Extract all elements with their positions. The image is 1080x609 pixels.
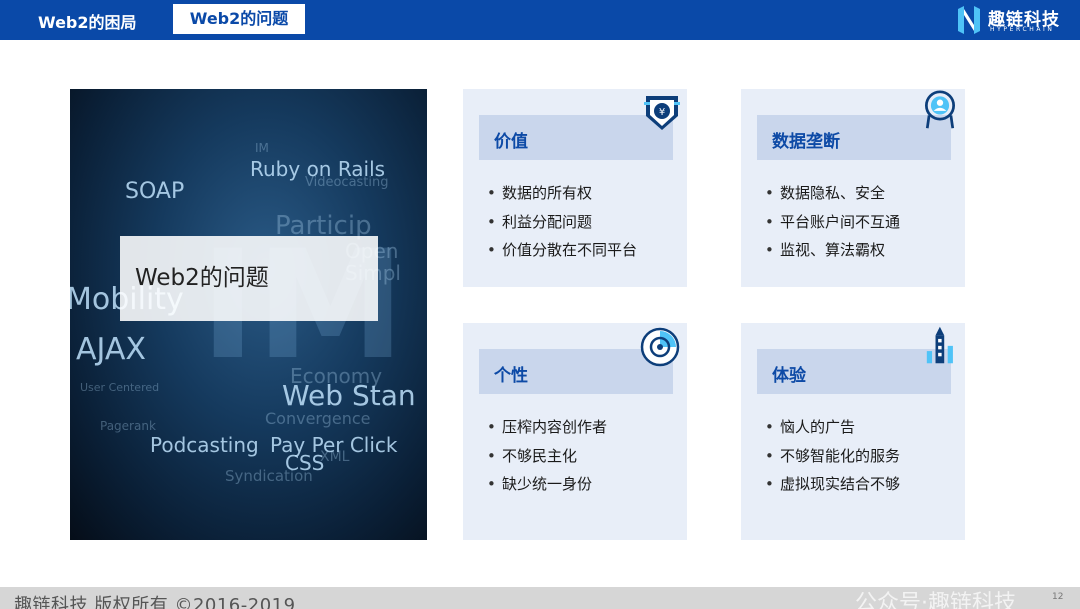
list-item: 缺少统一身份 (487, 470, 607, 499)
building-chart-icon (926, 326, 953, 364)
collage-word: Pagerank (100, 419, 156, 433)
card-list: 压榨内容创作者 不够民主化 缺少统一身份 (487, 413, 607, 499)
collage-word: Syndication (225, 467, 313, 485)
card-list: 数据的所有权 利益分配问题 价值分散在不同平台 (487, 179, 637, 265)
collage-word: AJAX (76, 332, 146, 367)
list-item: 虚拟现实结合不够 (765, 470, 900, 499)
money-shield-icon: ¥ (644, 96, 680, 130)
card-title: 数据垄断 (772, 132, 840, 152)
collage-word: User Centered (80, 381, 160, 394)
page-number: 12 (1052, 592, 1064, 602)
web2-collage-image: IM IM SOAP Ruby on Rails Videocasting Pa… (70, 89, 427, 540)
nav-web2-problems-active[interactable]: Web2的问题 (173, 4, 305, 34)
list-item: 数据的所有权 (487, 179, 637, 208)
user-badge-icon (925, 90, 955, 129)
card-title: 个性 (494, 366, 528, 386)
collage-word: Convergence (265, 409, 371, 428)
watermark-text: 公众号·趣链科技 (855, 591, 1016, 609)
hyperchain-logo-icon (958, 6, 980, 34)
card-personality: 个性 压榨内容创作者 不够民主化 缺少统一身份 (463, 323, 687, 540)
brand-logo: 趣链科技 HYPERCHAIN (955, 3, 1075, 37)
nav-web2-dilemma[interactable]: Web2的困局 (38, 9, 137, 33)
collage-word: Videocasting (305, 175, 389, 190)
list-item: 压榨内容创作者 (487, 413, 607, 442)
card-list: 数据隐私、安全 平台账户间不互通 监视、算法霸权 (765, 179, 900, 265)
card-title: 体验 (772, 366, 806, 386)
list-item: 利益分配问题 (487, 208, 637, 237)
footer: 趣链科技 版权所有 ©2016-2019 公众号·趣链科技 (0, 587, 1080, 609)
top-bar: Web2的困局 Web2的问题 趣链科技 HYPERCHAIN (0, 0, 1080, 40)
collage-word: XML (320, 449, 350, 465)
logo-subtitle: HYPERCHAIN (990, 26, 1055, 33)
list-item: 平台账户间不互通 (765, 208, 900, 237)
card-data-monopoly: 数据垄断 数据隐私、安全 平台账户间不互通 监视、算法霸权 (741, 89, 965, 287)
list-item: 价值分散在不同平台 (487, 236, 637, 265)
list-item: 不够智能化的服务 (765, 442, 900, 471)
card-title: 价值 (494, 132, 528, 152)
photo-title-overlay: Web2的问题 (120, 236, 378, 321)
target-dial-icon (640, 327, 680, 367)
list-item: 不够民主化 (487, 442, 607, 471)
collage-word: SOAP (125, 179, 185, 204)
list-item: 数据隐私、安全 (765, 179, 900, 208)
card-list: 恼人的广告 不够智能化的服务 虚拟现实结合不够 (765, 413, 900, 499)
collage-word: IM (255, 141, 269, 155)
svg-text:¥: ¥ (659, 107, 665, 118)
photo-title: Web2的问题 (135, 265, 269, 291)
card-experience: 体验 恼人的广告 不够智能化的服务 虚拟现实结合不够 (741, 323, 965, 540)
card-value: 价值 ¥ 数据的所有权 利益分配问题 价值分散在不同平台 (463, 89, 687, 287)
collage-word: Web Stan (282, 379, 416, 412)
list-item: 监视、算法霸权 (765, 236, 900, 265)
collage-word: Podcasting (150, 433, 259, 457)
copyright-text: 趣链科技 版权所有 ©2016-2019 (14, 595, 296, 609)
list-item: 恼人的广告 (765, 413, 900, 442)
